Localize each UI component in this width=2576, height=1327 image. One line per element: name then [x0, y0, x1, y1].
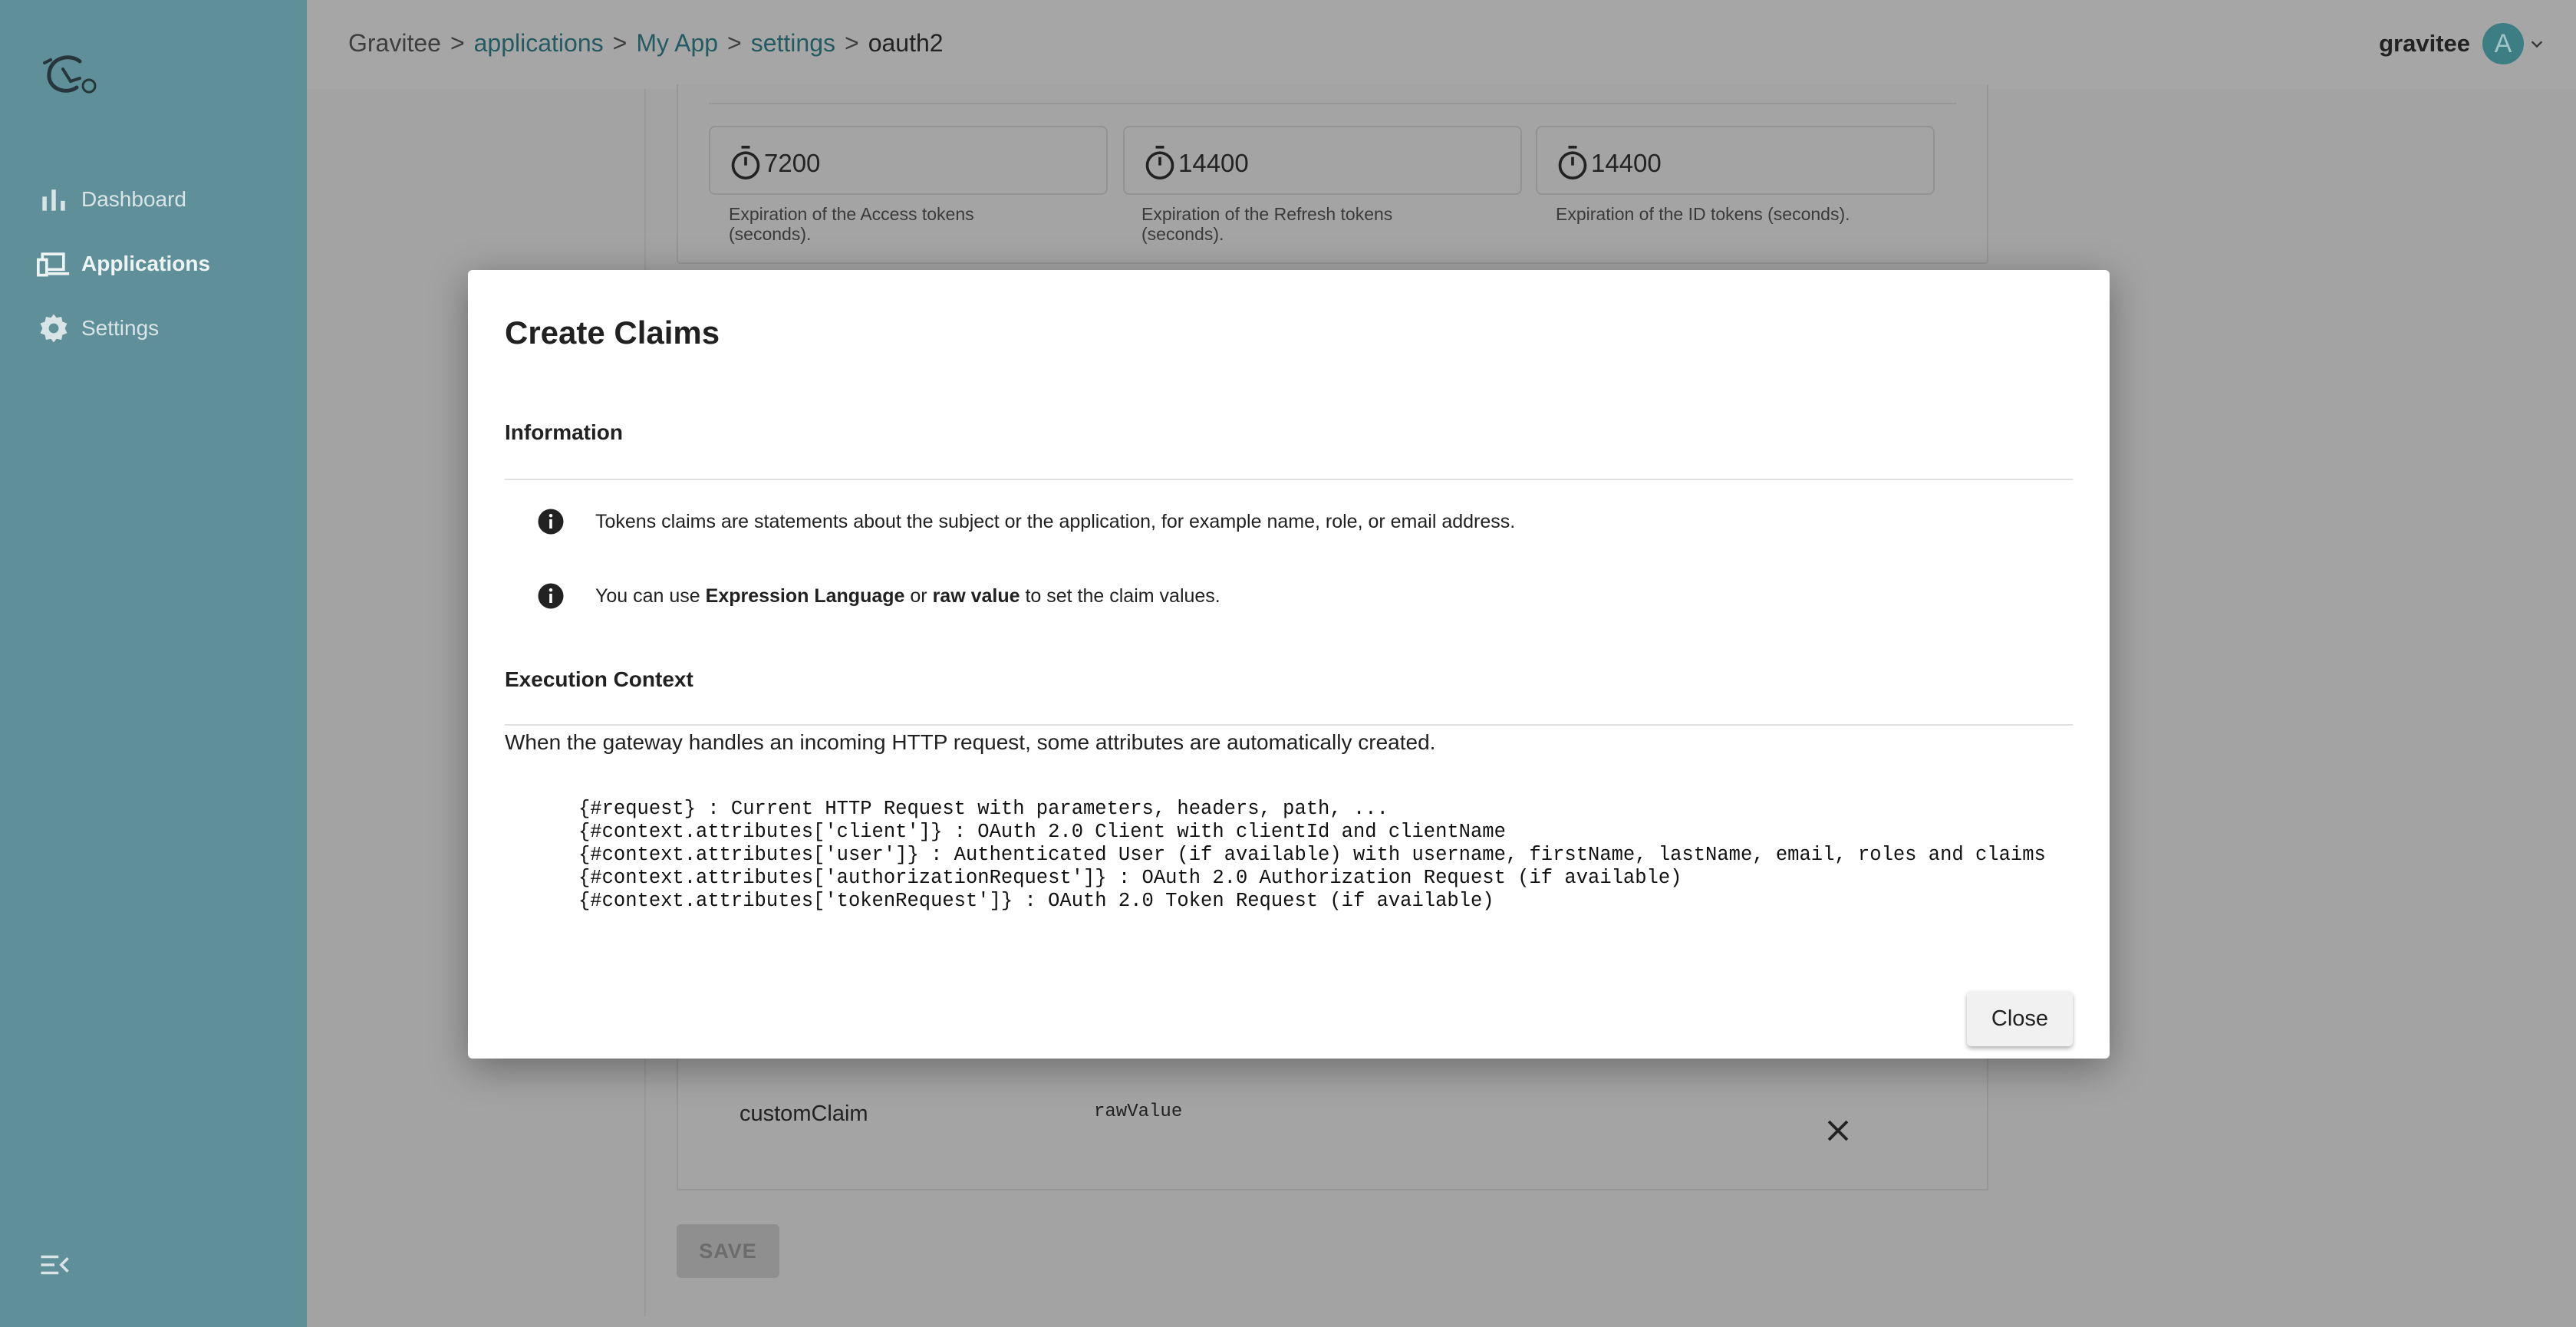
- dialog-title: Create Claims: [505, 314, 720, 351]
- chevron-down-icon: [2531, 41, 2543, 48]
- section-divider: [505, 479, 2073, 480]
- claims-card: customClaim rawValue: [677, 1051, 1988, 1190]
- sidebar-item-label: Settings: [81, 316, 160, 340]
- claim-name: customClaim: [740, 1101, 868, 1126]
- code-line: {#context.attributes['user']} : Authenti…: [578, 844, 2046, 866]
- execution-context-heading: Execution Context: [505, 667, 693, 691]
- user-name: gravitee: [2379, 30, 2470, 57]
- sidebar-item-dashboard[interactable]: Dashboard: [37, 176, 186, 222]
- breadcrumb-item-applications[interactable]: applications: [474, 29, 604, 57]
- execution-context-description: When the gateway handles an incoming HTT…: [505, 730, 1436, 754]
- card-divider: [709, 103, 1956, 104]
- gear-icon: [40, 314, 68, 343]
- code-line: {#request} : Current HTTP Request with p…: [578, 798, 1388, 820]
- gravitee-logo-icon[interactable]: [40, 51, 101, 100]
- timer-icon: [1145, 146, 1174, 179]
- sidebar-item-applications[interactable]: Applications: [37, 241, 210, 287]
- info-text-suffix: to set the claim values.: [1020, 584, 1220, 607]
- access-token-expiration-value: 7200: [764, 149, 821, 177]
- refresh-token-expiration-hint: Expiration of the Refresh tokens (second…: [1141, 204, 1393, 244]
- close-icon[interactable]: [1824, 1117, 1852, 1144]
- breadcrumb-item-gravitee[interactable]: Gravitee: [348, 29, 441, 57]
- id-token-expiration-field[interactable]: 14400: [1536, 126, 1935, 195]
- user-menu[interactable]: gravitee A: [2379, 23, 2545, 64]
- breadcrumb-item-settings[interactable]: settings: [751, 29, 835, 57]
- top-bar: Gravitee > applications > My App > settings > oa…: [307, 0, 2576, 89]
- sidebar-item-label: Dashboard: [81, 187, 186, 211]
- timer-icon: [1558, 146, 1587, 179]
- info-text-prefix: You can use: [595, 584, 706, 607]
- breadcrumb-separator: >: [727, 29, 742, 57]
- menu-collapse-icon[interactable]: [38, 1249, 71, 1281]
- create-claims-dialog: Create Claims Information Tokens claims …: [468, 270, 2110, 1059]
- code-line: {#context.attributes['client']} : OAuth …: [578, 821, 1506, 843]
- breadcrumb-item-my-app[interactable]: My App: [636, 29, 718, 57]
- section-divider: [505, 724, 2073, 726]
- devices-icon: [37, 252, 70, 277]
- sidebar-item-settings[interactable]: Settings: [37, 305, 159, 351]
- info-text: Tokens claims are statements about the s…: [595, 510, 1516, 532]
- expression-language-term: Expression Language: [705, 584, 905, 607]
- refresh-token-expiration-value: 14400: [1178, 149, 1249, 177]
- access-token-expiration-field[interactable]: 7200: [709, 126, 1108, 195]
- breadcrumb: Gravitee > applications > My App > settings > oa…: [348, 29, 944, 58]
- info-expression-language: You can use Expression Language or raw v…: [537, 582, 1220, 610]
- claim-value: rawValue: [1094, 1101, 1183, 1122]
- save-button[interactable]: SAVE: [677, 1224, 779, 1278]
- execution-context-code: {#request} : Current HTTP Request with p…: [578, 798, 2046, 913]
- bar-chart-icon: [42, 189, 65, 211]
- id-token-expiration-hint: Expiration of the ID tokens (seconds).: [1556, 204, 1850, 224]
- sidebar: Dashboard Applications Settings: [0, 0, 307, 1327]
- info-icon: [538, 509, 564, 535]
- breadcrumb-separator: >: [450, 29, 465, 57]
- info-claims-description: Tokens claims are statements about the s…: [537, 508, 1515, 535]
- breadcrumb-separator: >: [845, 29, 859, 57]
- info-text: You can use Expression Language or raw v…: [595, 585, 1220, 608]
- token-expiration-card: 7200 Expiration of the Access tokens (se…: [677, 84, 1988, 264]
- timer-icon: [731, 146, 760, 179]
- code-line: {#context.attributes['tokenRequest']} : …: [578, 890, 1494, 912]
- code-line: {#context.attributes['authorizationReque…: [578, 867, 1682, 889]
- id-token-expiration-value: 14400: [1591, 149, 1662, 177]
- information-heading: Information: [505, 420, 623, 444]
- info-text-mid: or: [904, 584, 933, 607]
- avatar: A: [2482, 23, 2524, 64]
- info-icon: [538, 583, 564, 609]
- refresh-token-expiration-field[interactable]: 14400: [1123, 126, 1522, 195]
- raw-value-term: raw value: [932, 584, 1020, 607]
- breadcrumb-separator: >: [612, 29, 628, 57]
- close-button[interactable]: Close: [1967, 991, 2073, 1046]
- sidebar-item-label: Applications: [81, 252, 211, 275]
- breadcrumb-item-oauth2: oauth2: [868, 29, 944, 57]
- access-token-expiration-hint: Expiration of the Access tokens (seconds…: [729, 204, 974, 244]
